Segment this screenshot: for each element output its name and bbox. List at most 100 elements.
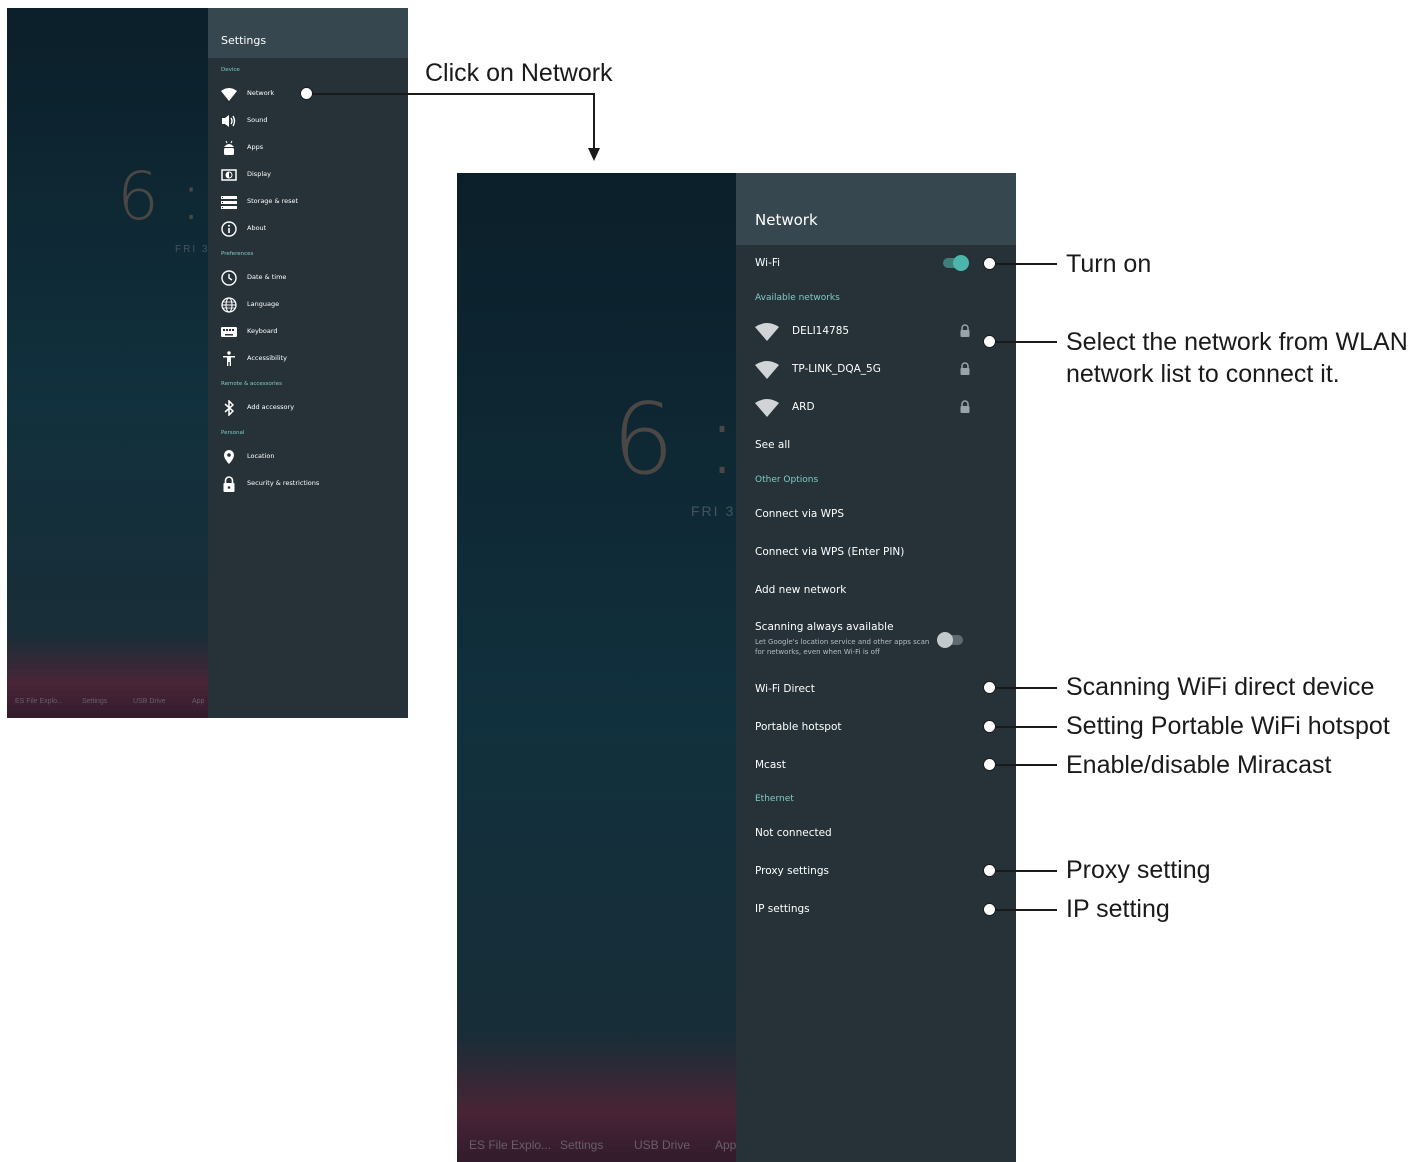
clock-display: 6 : bbox=[612, 383, 739, 497]
dock-app-more[interactable]: App bbox=[715, 1138, 736, 1152]
section-device-header: Device bbox=[221, 67, 240, 73]
connect-wps-item[interactable]: Connect via WPS bbox=[736, 497, 1016, 531]
dock-app-es-file-explorer[interactable]: ES File Explo... bbox=[15, 698, 63, 705]
settings-screen: 6 : FRI 3 ES File Explo... Settings USB … bbox=[7, 8, 408, 718]
section-personal-header: Personal bbox=[221, 430, 245, 436]
network-item[interactable]: DELI14785 bbox=[736, 314, 1016, 348]
network-item[interactable]: ARD bbox=[736, 390, 1016, 424]
settings-item-sound[interactable]: Sound bbox=[208, 110, 408, 132]
ethernet-status-label: Not connected bbox=[755, 827, 832, 839]
settings-item-display[interactable]: Display bbox=[208, 164, 408, 186]
scanning-always-row[interactable]: Scanning always available Let Google's l… bbox=[736, 617, 1016, 663]
network-screen: 6 : FRI 3 ES File Explo... Settings USB … bbox=[457, 173, 1016, 1162]
storage-icon bbox=[221, 196, 237, 209]
callout-line bbox=[996, 263, 1057, 265]
wifi-toggle-row[interactable]: Wi-Fi bbox=[736, 246, 1016, 280]
dock-app-settings[interactable]: Settings bbox=[82, 698, 107, 705]
clock-icon bbox=[221, 270, 237, 286]
annotation-select-network-line2: network list to connect it. bbox=[1066, 360, 1340, 388]
dock-app-es-file-explorer[interactable]: ES File Explo... bbox=[469, 1138, 551, 1152]
settings-item-about[interactable]: About bbox=[208, 218, 408, 240]
settings-item-add-accessory[interactable]: Add accessory bbox=[208, 397, 408, 419]
callout-dot bbox=[983, 758, 996, 771]
dock-app-usb-drive[interactable]: USB Drive bbox=[634, 1138, 690, 1152]
globe-icon bbox=[221, 297, 237, 313]
android-icon bbox=[224, 140, 234, 155]
wifi-label: Wi-Fi bbox=[755, 257, 781, 269]
settings-item-label: Date & time bbox=[247, 273, 287, 281]
ip-settings-item[interactable]: IP settings bbox=[736, 892, 1016, 926]
network-ssid: TP-LINK_DQA_5G bbox=[792, 363, 881, 375]
settings-item-date-time[interactable]: Date & time bbox=[208, 267, 408, 289]
scanning-desc-line1: Let Google's location service and other … bbox=[755, 638, 930, 646]
callout-line bbox=[996, 764, 1057, 766]
callout-dot bbox=[983, 335, 996, 348]
location-pin-icon bbox=[224, 450, 234, 464]
settings-item-keyboard[interactable]: Keyboard bbox=[208, 321, 408, 343]
settings-item-label: Keyboard bbox=[247, 327, 278, 335]
settings-item-label: Security & restrictions bbox=[247, 479, 320, 487]
info-icon bbox=[221, 221, 237, 237]
bluetooth-icon bbox=[224, 400, 235, 416]
callout-line bbox=[996, 341, 1057, 343]
ethernet-status-item[interactable]: Not connected bbox=[736, 816, 1016, 850]
settings-item-label: Storage & reset bbox=[247, 197, 299, 205]
mcast-item[interactable]: Mcast bbox=[736, 748, 1016, 782]
settings-item-accessibility[interactable]: Accessibility bbox=[208, 348, 408, 370]
callout-dot bbox=[983, 720, 996, 733]
date-display: FRI 3 bbox=[691, 503, 736, 519]
see-all-label: See all bbox=[755, 439, 791, 451]
keyboard-icon bbox=[221, 327, 237, 337]
callout-dot bbox=[983, 681, 996, 694]
display-icon bbox=[221, 169, 237, 181]
toggle-knob bbox=[953, 255, 969, 271]
wifi-toggle[interactable] bbox=[943, 255, 969, 271]
mcast-label: Mcast bbox=[755, 759, 786, 771]
connect-wps-pin-item[interactable]: Connect via WPS (Enter PIN) bbox=[736, 535, 1016, 569]
settings-item-security[interactable]: Security & restrictions bbox=[208, 473, 408, 495]
dock-app-usb-drive[interactable]: USB Drive bbox=[133, 698, 166, 705]
speaker-icon bbox=[222, 115, 236, 127]
scanning-title: Scanning always available bbox=[755, 621, 894, 633]
lock-icon bbox=[960, 400, 970, 413]
network-item[interactable]: TP-LINK_DQA_5G bbox=[736, 352, 1016, 386]
settings-item-label: Add accessory bbox=[247, 403, 295, 411]
settings-item-apps[interactable]: Apps bbox=[208, 137, 408, 159]
proxy-settings-label: Proxy settings bbox=[755, 865, 829, 877]
scanning-toggle[interactable] bbox=[937, 632, 963, 648]
settings-header: Settings bbox=[208, 8, 408, 58]
available-networks-header: Available networks bbox=[755, 293, 840, 303]
portable-hotspot-item[interactable]: Portable hotspot bbox=[736, 710, 1016, 744]
settings-title: Settings bbox=[221, 34, 267, 47]
wifi-signal-icon bbox=[755, 399, 779, 417]
lock-icon bbox=[960, 324, 970, 337]
annotation-click-network: Click on Network bbox=[425, 59, 613, 87]
settings-item-location[interactable]: Location bbox=[208, 446, 408, 468]
settings-item-label: Sound bbox=[247, 116, 268, 124]
arrow-down-icon bbox=[588, 148, 600, 161]
settings-item-storage-reset[interactable]: Storage & reset bbox=[208, 191, 408, 213]
proxy-settings-item[interactable]: Proxy settings bbox=[736, 854, 1016, 888]
dock-app-settings[interactable]: Settings bbox=[560, 1138, 603, 1152]
add-network-item[interactable]: Add new network bbox=[736, 573, 1016, 607]
wifi-direct-item[interactable]: Wi-Fi Direct bbox=[736, 672, 1016, 706]
lock-icon bbox=[960, 362, 970, 375]
app-dock bbox=[7, 633, 208, 718]
callout-line bbox=[313, 93, 594, 95]
see-all-button[interactable]: See all bbox=[736, 428, 1016, 462]
clock-display: 6 : bbox=[117, 158, 203, 235]
network-ssid: DELI14785 bbox=[792, 325, 850, 337]
network-header: Network bbox=[736, 173, 1016, 245]
callout-line bbox=[996, 687, 1057, 689]
callout-line bbox=[593, 93, 595, 151]
callout-line bbox=[996, 870, 1057, 872]
settings-item-label: Accessibility bbox=[247, 354, 287, 362]
toggle-knob bbox=[937, 632, 953, 648]
callout-dot bbox=[983, 864, 996, 877]
settings-item-label: Location bbox=[247, 452, 275, 460]
callout-dot bbox=[300, 87, 313, 100]
dock-app-more[interactable]: App bbox=[192, 698, 204, 705]
connect-wps-label: Connect via WPS bbox=[755, 508, 845, 520]
settings-item-language[interactable]: Language bbox=[208, 294, 408, 316]
wifi-signal-icon bbox=[755, 323, 779, 341]
